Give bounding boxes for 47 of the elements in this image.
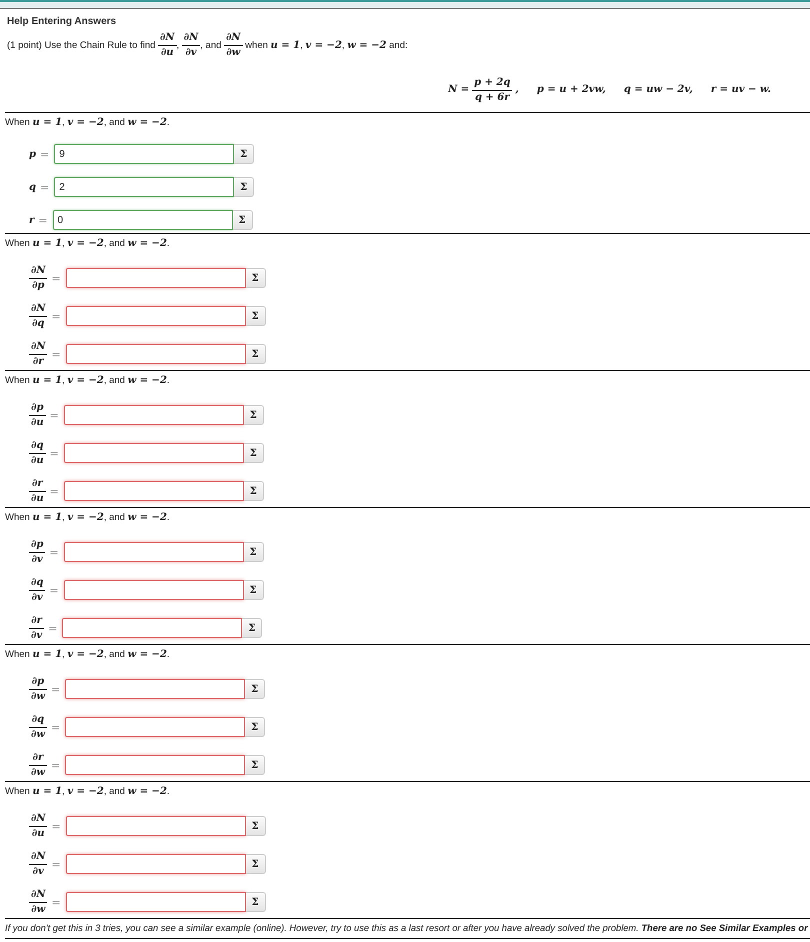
sigma-button[interactable]: Σ	[234, 144, 254, 164]
condition-text: When u = 1, v = −2, and w = −2.	[5, 237, 170, 252]
condition-text: When u = 1, v = −2, and w = −2.	[5, 785, 170, 800]
sigma-button[interactable]: Σ	[246, 306, 266, 326]
sigma-button[interactable]: Σ	[245, 755, 266, 776]
sigma-button[interactable]: Σ	[245, 717, 266, 738]
sigma-button[interactable]: Σ	[246, 816, 266, 836]
sigma-button[interactable]: Σ	[246, 268, 266, 288]
variable-label: q =	[29, 180, 50, 194]
answer-field[interactable]	[64, 580, 244, 600]
sigma-button[interactable]: Σ	[244, 405, 264, 426]
sigma-button[interactable]: Σ	[245, 679, 266, 700]
help-link[interactable]: Help Entering Answers	[7, 15, 116, 29]
answer-field[interactable]	[66, 268, 246, 288]
answer-field[interactable]	[64, 542, 244, 562]
answer-field[interactable]	[65, 717, 246, 738]
sigma-button[interactable]: Σ	[246, 892, 266, 912]
variable-label: p =	[29, 148, 50, 161]
answer-field[interactable]	[66, 892, 246, 912]
variable-label: r =	[29, 214, 48, 227]
hint-text: If you don't get this in 3 tries, you can see a similar example (online). However, try to use this as a last resort or after you have already solved the problem. There are no See Similar Examples or	[5, 923, 808, 934]
sigma-button[interactable]: Σ	[246, 344, 266, 364]
answer-field[interactable]	[65, 755, 246, 776]
answer-field[interactable]	[64, 481, 244, 502]
condition-text: When u = 1, v = −2, and w = −2.	[5, 511, 170, 526]
sigma-button[interactable]: Σ	[244, 542, 264, 562]
answer-field[interactable]	[64, 405, 244, 426]
answer-field[interactable]	[66, 854, 246, 874]
answer-field[interactable]	[65, 679, 246, 700]
sigma-button[interactable]: Σ	[244, 443, 264, 464]
answer-field[interactable]: 9	[54, 144, 234, 164]
sigma-button[interactable]: Σ	[244, 481, 264, 502]
answer-field[interactable]	[66, 344, 246, 364]
answer-field[interactable]	[66, 816, 246, 836]
condition-text: When u = 1, v = −2, and w = −2.	[5, 116, 170, 130]
answer-field[interactable]: 0	[52, 210, 232, 230]
sigma-button[interactable]: Σ	[242, 618, 262, 638]
answer-field[interactable]	[66, 306, 246, 326]
answer-field[interactable]: 2	[54, 177, 234, 198]
answer-field[interactable]	[64, 443, 244, 464]
sigma-button[interactable]: Σ	[246, 854, 266, 874]
condition-text: When u = 1, v = −2, and w = −2.	[5, 648, 170, 662]
sigma-button[interactable]: Σ	[234, 177, 254, 198]
sigma-button[interactable]: Σ	[244, 580, 264, 600]
sigma-button[interactable]: Σ	[232, 210, 252, 230]
answer-field[interactable]	[62, 618, 242, 638]
condition-text: When u = 1, v = −2, and w = −2.	[5, 374, 170, 388]
